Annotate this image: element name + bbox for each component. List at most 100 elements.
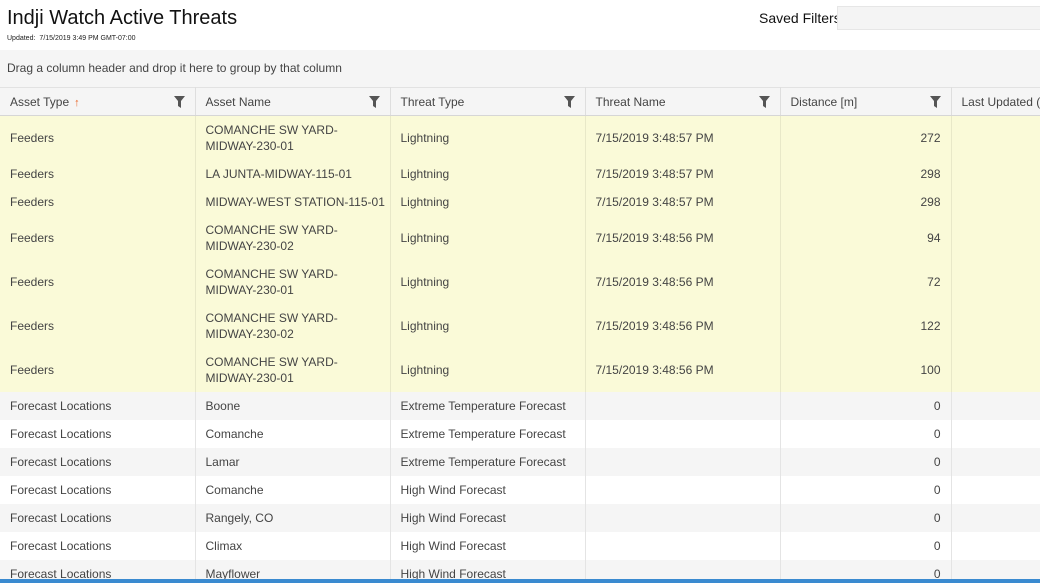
- cell-threat-type: High Wind Forecast: [390, 503, 586, 532]
- column-header-label: Threat Type: [400, 94, 465, 109]
- cell-threat-name: 7/15/2019 3:48:57 PM: [585, 159, 781, 188]
- cell-threat-name: [585, 419, 781, 448]
- cell-threat-name: 7/15/2019 3:48:57 PM: [585, 187, 781, 216]
- cell-threat-name: [585, 391, 781, 420]
- cell-asset-name: COMANCHE SW YARD-MIDWAY-230-02: [195, 303, 391, 348]
- column-header-threat-name[interactable]: Threat Name: [585, 87, 781, 116]
- cell-threat-name: [585, 503, 781, 532]
- cell-threat-name: [585, 531, 781, 560]
- cell-distance: 0: [780, 391, 952, 420]
- cell-threat-type: High Wind Forecast: [390, 531, 586, 560]
- cell-distance: 122: [780, 303, 952, 348]
- table-row[interactable]: Feeders MIDWAY-WEST STATION-115-01 Light…: [0, 187, 1040, 216]
- cell-last-updated: 7: [951, 503, 1040, 532]
- threats-table: Asset Type ↑ Asset Name Threat Type Threa…: [0, 87, 1040, 583]
- column-header-label: Distance [m]: [790, 94, 858, 109]
- filter-icon[interactable]: [563, 96, 575, 108]
- cell-asset-name: COMANCHE SW YARD-MIDWAY-230-01: [195, 259, 391, 304]
- cell-asset-type: Forecast Locations: [0, 419, 196, 448]
- cell-last-updated: 7: [951, 159, 1040, 188]
- cell-threat-type: Lightning: [390, 115, 586, 160]
- cell-distance: 0: [780, 447, 952, 476]
- cell-threat-name: 7/15/2019 3:48:56 PM: [585, 215, 781, 260]
- saved-filters-label: Saved Filters: [759, 10, 841, 26]
- cell-threat-type: Lightning: [390, 187, 586, 216]
- cell-threat-type: Lightning: [390, 259, 586, 304]
- cell-threat-name: [585, 447, 781, 476]
- cell-threat-type: Extreme Temperature Forecast: [390, 419, 586, 448]
- cell-threat-type: High Wind Forecast: [390, 475, 586, 504]
- cell-distance: 0: [780, 531, 952, 560]
- cell-asset-name: Comanche: [195, 419, 391, 448]
- cell-asset-name: Lamar: [195, 447, 391, 476]
- cell-threat-name: 7/15/2019 3:48:57 PM: [585, 115, 781, 160]
- cell-last-updated: 7: [951, 531, 1040, 560]
- cell-threat-name: [585, 475, 781, 504]
- cell-distance: 72: [780, 259, 952, 304]
- cell-asset-name: Rangely, CO: [195, 503, 391, 532]
- column-header-asset-name[interactable]: Asset Name: [195, 87, 391, 116]
- cell-asset-type: Feeders: [0, 159, 196, 188]
- filter-icon[interactable]: [368, 96, 380, 108]
- cell-last-updated: 7: [951, 391, 1040, 420]
- page-title: Indji Watch Active Threats: [7, 7, 238, 29]
- column-header-last-updated[interactable]: Last Updated (G: [951, 87, 1040, 116]
- cell-threat-name: 7/15/2019 3:48:56 PM: [585, 259, 781, 304]
- cell-last-updated: 7: [951, 419, 1040, 448]
- cell-last-updated: 7: [951, 187, 1040, 216]
- cell-threat-type: Lightning: [390, 303, 586, 348]
- saved-filters-dropdown[interactable]: [837, 6, 1040, 30]
- cell-asset-name: Climax: [195, 531, 391, 560]
- cell-asset-type: Feeders: [0, 347, 196, 392]
- cell-distance: 94: [780, 215, 952, 260]
- cell-last-updated: 7: [951, 115, 1040, 160]
- cell-asset-type: Feeders: [0, 259, 196, 304]
- cell-threat-type: Lightning: [390, 347, 586, 392]
- header-row: Asset Type ↑ Asset Name Threat Type Threa…: [0, 87, 1040, 116]
- table-row[interactable]: Feeders COMANCHE SW YARD-MIDWAY-230-01 L…: [0, 115, 1040, 160]
- table-row[interactable]: Feeders COMANCHE SW YARD-MIDWAY-230-01 L…: [0, 259, 1040, 304]
- table-row[interactable]: Feeders COMANCHE SW YARD-MIDWAY-230-02 L…: [0, 215, 1040, 260]
- table-row[interactable]: Forecast Locations Comanche Extreme Temp…: [0, 419, 1040, 448]
- table-row[interactable]: Forecast Locations Rangely, CO High Wind…: [0, 503, 1040, 532]
- table-row[interactable]: Feeders COMANCHE SW YARD-MIDWAY-230-02 L…: [0, 303, 1040, 348]
- cell-threat-name: 7/15/2019 3:48:56 PM: [585, 347, 781, 392]
- cell-distance: 0: [780, 475, 952, 504]
- cell-distance: 298: [780, 159, 952, 188]
- table-row[interactable]: Feeders LA JUNTA-MIDWAY-115-01 Lightning…: [0, 159, 1040, 188]
- cell-asset-name: LA JUNTA-MIDWAY-115-01: [195, 159, 391, 188]
- cell-asset-type: Feeders: [0, 303, 196, 348]
- updated-timestamp: Updated: 7/15/2019 3:49 PM GMT-07:00: [7, 34, 136, 43]
- cell-last-updated: 7: [951, 475, 1040, 504]
- filter-icon[interactable]: [173, 96, 185, 108]
- cell-distance: 272: [780, 115, 952, 160]
- cell-distance: 298: [780, 187, 952, 216]
- table-row[interactable]: Forecast Locations Comanche High Wind Fo…: [0, 475, 1040, 504]
- cell-threat-type: Lightning: [390, 215, 586, 260]
- column-header-asset-type[interactable]: Asset Type ↑: [0, 87, 196, 116]
- group-by-drop-panel[interactable]: Drag a column header and drop it here to…: [0, 50, 1040, 87]
- cell-asset-type: Forecast Locations: [0, 447, 196, 476]
- cell-last-updated: 7: [951, 447, 1040, 476]
- cell-asset-name: COMANCHE SW YARD-MIDWAY-230-01: [195, 347, 391, 392]
- cell-threat-name: 7/15/2019 3:48:56 PM: [585, 303, 781, 348]
- sort-ascending-icon[interactable]: ↑: [74, 97, 80, 109]
- cell-asset-name: Comanche: [195, 475, 391, 504]
- column-header-label: Asset Type: [10, 94, 70, 109]
- column-header-threat-type[interactable]: Threat Type: [390, 87, 586, 116]
- updated-label: Updated:: [7, 35, 36, 42]
- table-row[interactable]: Forecast Locations Climax High Wind Fore…: [0, 531, 1040, 560]
- filter-icon[interactable]: [758, 96, 770, 108]
- cell-last-updated: 7: [951, 303, 1040, 348]
- cell-asset-type: Forecast Locations: [0, 503, 196, 532]
- column-header-distance[interactable]: Distance [m]: [780, 87, 952, 116]
- cell-asset-type: Feeders: [0, 215, 196, 260]
- table-row[interactable]: Forecast Locations Boone Extreme Tempera…: [0, 391, 1040, 420]
- filter-icon[interactable]: [929, 96, 941, 108]
- cell-asset-type: Feeders: [0, 115, 196, 160]
- cell-asset-type: Forecast Locations: [0, 391, 196, 420]
- table-row[interactable]: Forecast Locations Lamar Extreme Tempera…: [0, 447, 1040, 476]
- table-row[interactable]: Feeders COMANCHE SW YARD-MIDWAY-230-01 L…: [0, 347, 1040, 392]
- column-header-label: Asset Name: [205, 94, 271, 109]
- cell-last-updated: 7: [951, 215, 1040, 260]
